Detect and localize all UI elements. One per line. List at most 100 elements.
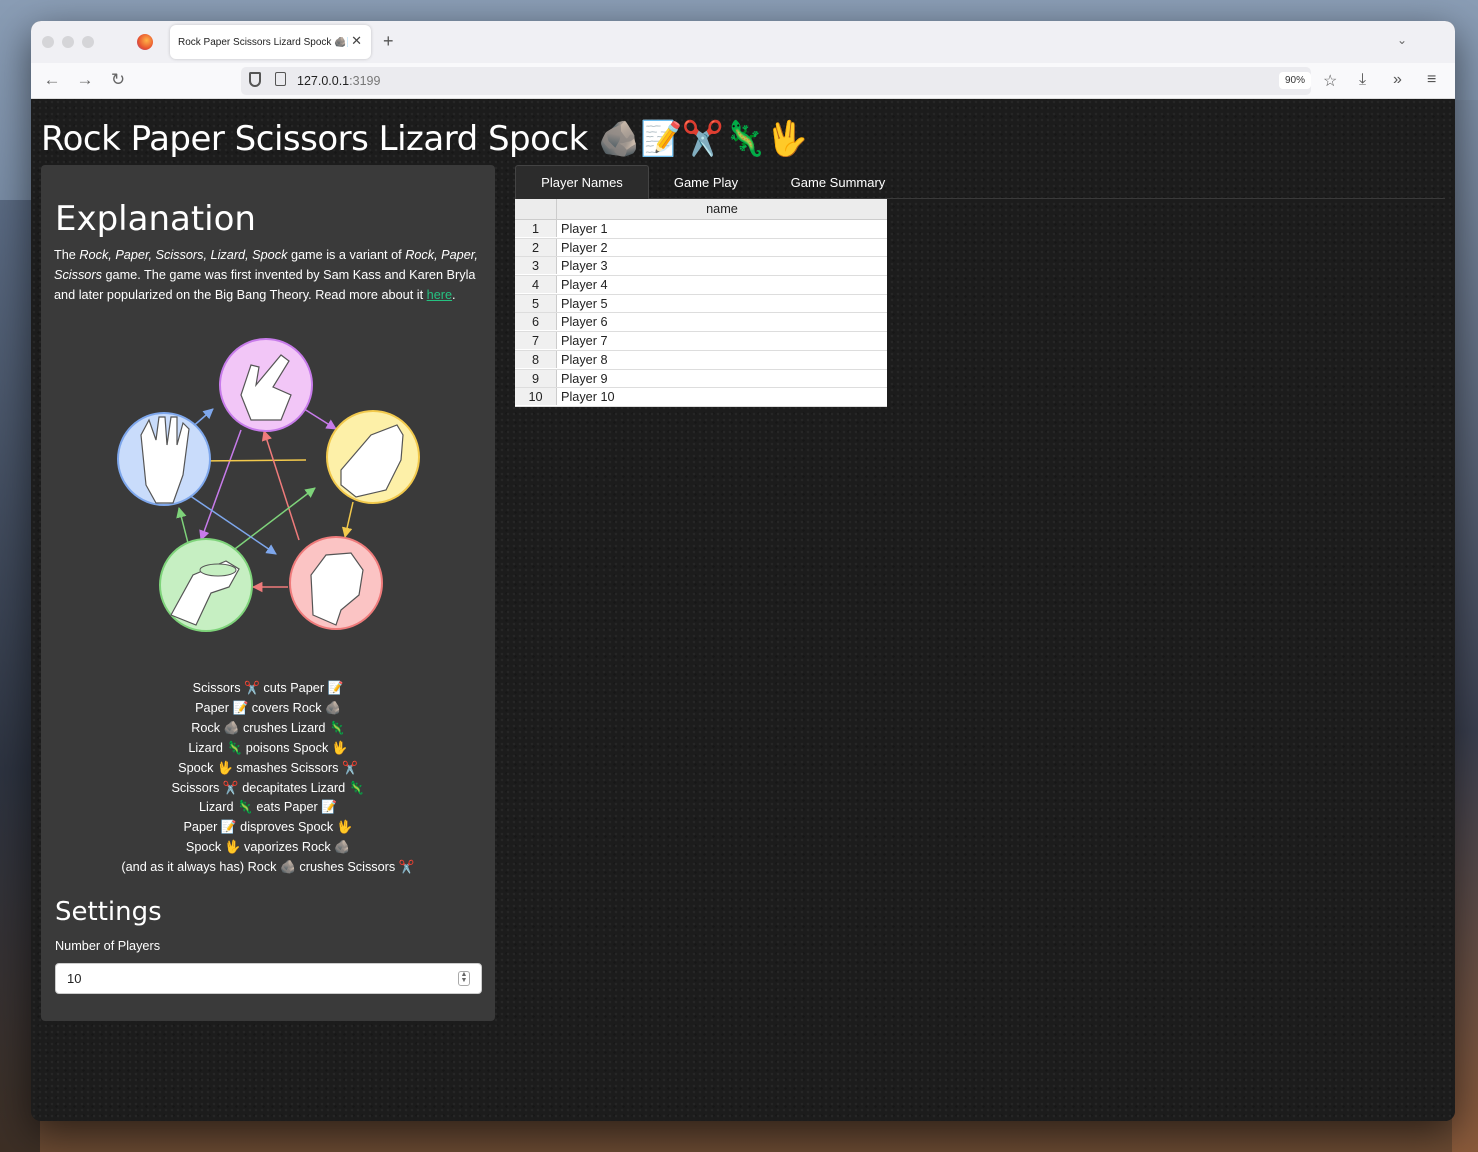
rule-item: Spock 🖖 vaporizes Rock 🪨 <box>185 840 351 855</box>
url-host: 127.0.0.1 <box>297 74 350 88</box>
tab-game-play[interactable]: Game Play <box>655 165 757 199</box>
name-cell[interactable]: Player 7 <box>561 334 608 348</box>
arrow-scissors-paper <box>300 406 337 430</box>
row-index: 10 <box>515 388 557 406</box>
rules-list: Scissors ✂️ cuts Paper 📝 Paper 📝 covers … <box>41 679 495 878</box>
num-players-label: Number of Players <box>55 939 161 953</box>
rock-node <box>289 536 383 630</box>
page-content: Rock Paper Scissors Lizard Spock 🪨📝✂️🦎🖖 … <box>31 99 1455 1121</box>
url-text[interactable]: 127.0.0.1:3199 <box>297 74 380 88</box>
back-icon[interactable]: ← <box>41 70 63 90</box>
scissors-node <box>219 338 313 432</box>
shield-icon[interactable] <box>249 72 261 87</box>
table-row: 1 Player 1 <box>515 220 887 239</box>
new-tab-button[interactable]: + <box>383 31 394 52</box>
paper-node <box>326 410 420 504</box>
download-icon[interactable]: ⤓ <box>1359 71 1366 89</box>
settings-heading: Settings <box>55 897 162 927</box>
nav-bar: ← → ↻ 127.0.0.1:3199 90% ☆ ⤓ » ≡ <box>31 63 1455 99</box>
sidebar-panel: Explanation The Rock, Paper, Scissors, L… <box>41 165 495 1021</box>
name-cell[interactable]: Player 2 <box>561 241 608 255</box>
chevron-down-icon[interactable]: ⌄ <box>1397 33 1407 47</box>
intro-italic-1: Rock, Paper, Scissors, Lizard, Spock <box>79 248 288 262</box>
column-header-name[interactable]: name <box>557 202 887 216</box>
intro-text-1: The <box>54 248 80 262</box>
maximize-window-button[interactable] <box>82 36 94 48</box>
rule-item: Scissors ✂️ cuts Paper 📝 <box>192 681 344 695</box>
minimize-window-button[interactable] <box>62 36 74 48</box>
tab-player-names[interactable]: Player Names <box>515 165 649 199</box>
table-row: 9 Player 9 <box>515 369 887 389</box>
rule-item: Paper 📝 disproves Spock 🖖 <box>183 820 353 835</box>
browser-window: Rock Paper Scissors Lizard Spock 🪨📝✂️🦎🖖 … <box>31 21 1455 1121</box>
tab-bar: Player Names Game Play Game Summary <box>515 165 1445 199</box>
rule-item: Lizard 🦎 eats Paper 📝 <box>198 800 338 815</box>
desktop-backdrop-right <box>1452 100 1478 1152</box>
table-row: 7 Player 7 <box>515 332 887 351</box>
table-row: 10 Player 10 <box>515 388 887 407</box>
url-port: :3199 <box>349 74 381 88</box>
row-index: 3 <box>515 257 557 275</box>
window-controls <box>42 36 94 48</box>
rule-item: Scissors ✂️ decapitates Lizard 🦎 <box>171 780 365 795</box>
row-index: 4 <box>515 276 557 294</box>
table-row: 2 Player 2 <box>515 238 887 258</box>
player-names-table: name 1 Player 1 2 Player 2 3 Player 3 4 Play… <box>515 199 887 407</box>
num-players-value: 10 <box>67 971 82 986</box>
name-cell[interactable]: Player 8 <box>561 353 608 367</box>
name-cell[interactable]: Player 4 <box>561 278 608 292</box>
arrow-paper-rock <box>341 501 354 539</box>
forward-icon[interactable]: → <box>74 70 96 90</box>
explanation-text: The Rock, Paper, Scissors, Lizard, Spock… <box>54 245 482 305</box>
table-row: 3 Player 3 <box>515 257 887 277</box>
row-index: 2 <box>515 238 557 256</box>
overflow-icon[interactable]: » <box>1393 71 1402 89</box>
row-index: 8 <box>515 350 557 368</box>
spock-node <box>117 412 211 506</box>
name-cell[interactable]: Player 9 <box>561 372 608 386</box>
firefox-view-icon[interactable] <box>137 34 153 50</box>
table-header: name <box>515 199 887 220</box>
rule-item: (and as it always has) Rock 🪨 crushes Sc… <box>121 860 415 875</box>
rule-item: Paper 📝 covers Rock 🪨 <box>195 700 341 715</box>
page-title: Rock Paper Scissors Lizard Spock 🪨📝✂️🦎🖖 <box>41 119 808 159</box>
rule-item: Spock 🖖 smashes Scissors ✂️ <box>178 760 358 775</box>
browser-tab-title: Rock Paper Scissors Lizard Spock 🪨📝✂️🦎🖖 <box>178 36 348 48</box>
table-row: 5 Player 5 <box>515 294 887 314</box>
row-index: 1 <box>515 220 557 237</box>
table-row: 8 Player 8 <box>515 350 887 370</box>
arrow-lizard-spock <box>176 506 189 544</box>
table-row: 4 Player 4 <box>515 276 887 295</box>
name-cell[interactable]: Player 10 <box>561 390 615 404</box>
row-index: 9 <box>515 369 557 387</box>
read-more-link[interactable]: here <box>427 288 452 302</box>
page-icon[interactable] <box>275 72 286 86</box>
tab-strip: Rock Paper Scissors Lizard Spock 🪨📝✂️🦎🖖 … <box>31 21 1455 63</box>
lizard-node <box>159 538 253 632</box>
browser-tab[interactable]: Rock Paper Scissors Lizard Spock 🪨📝✂️🦎🖖 … <box>170 25 371 59</box>
star-icon[interactable]: ☆ <box>1323 71 1337 91</box>
name-cell[interactable]: Player 3 <box>561 259 608 273</box>
name-cell[interactable]: Player 5 <box>561 297 608 311</box>
zoom-level[interactable]: 90% <box>1279 72 1312 89</box>
row-index: 5 <box>515 294 557 312</box>
number-stepper-icon[interactable]: ▲ ▼ <box>458 971 470 986</box>
name-cell[interactable]: Player 6 <box>561 315 608 329</box>
num-players-input[interactable]: 10 ▲ ▼ <box>55 963 482 994</box>
row-index: 6 <box>515 313 557 331</box>
intro-text-2: game is a variant of <box>287 248 406 262</box>
intro-text-4: . <box>452 288 456 302</box>
close-window-button[interactable] <box>42 36 54 48</box>
menu-icon[interactable]: ≡ <box>1427 71 1436 89</box>
reload-icon[interactable]: ↻ <box>107 70 129 90</box>
name-cell[interactable]: Player 1 <box>561 222 608 236</box>
intro-text-3: game. The game was first invented by Sam… <box>54 268 476 302</box>
url-bar[interactable] <box>241 67 1311 95</box>
rpsls-diagram <box>117 338 420 632</box>
rule-item: Rock 🪨 crushes Lizard 🦎 <box>191 720 345 735</box>
arrow-lizard-paper <box>222 487 316 559</box>
tab-game-summary[interactable]: Game Summary <box>773 165 903 199</box>
close-tab-icon[interactable]: ✕ <box>351 33 362 49</box>
table-row: 6 Player 6 <box>515 313 887 333</box>
rule-item: Lizard 🦎 poisons Spock 🖖 <box>188 740 348 755</box>
